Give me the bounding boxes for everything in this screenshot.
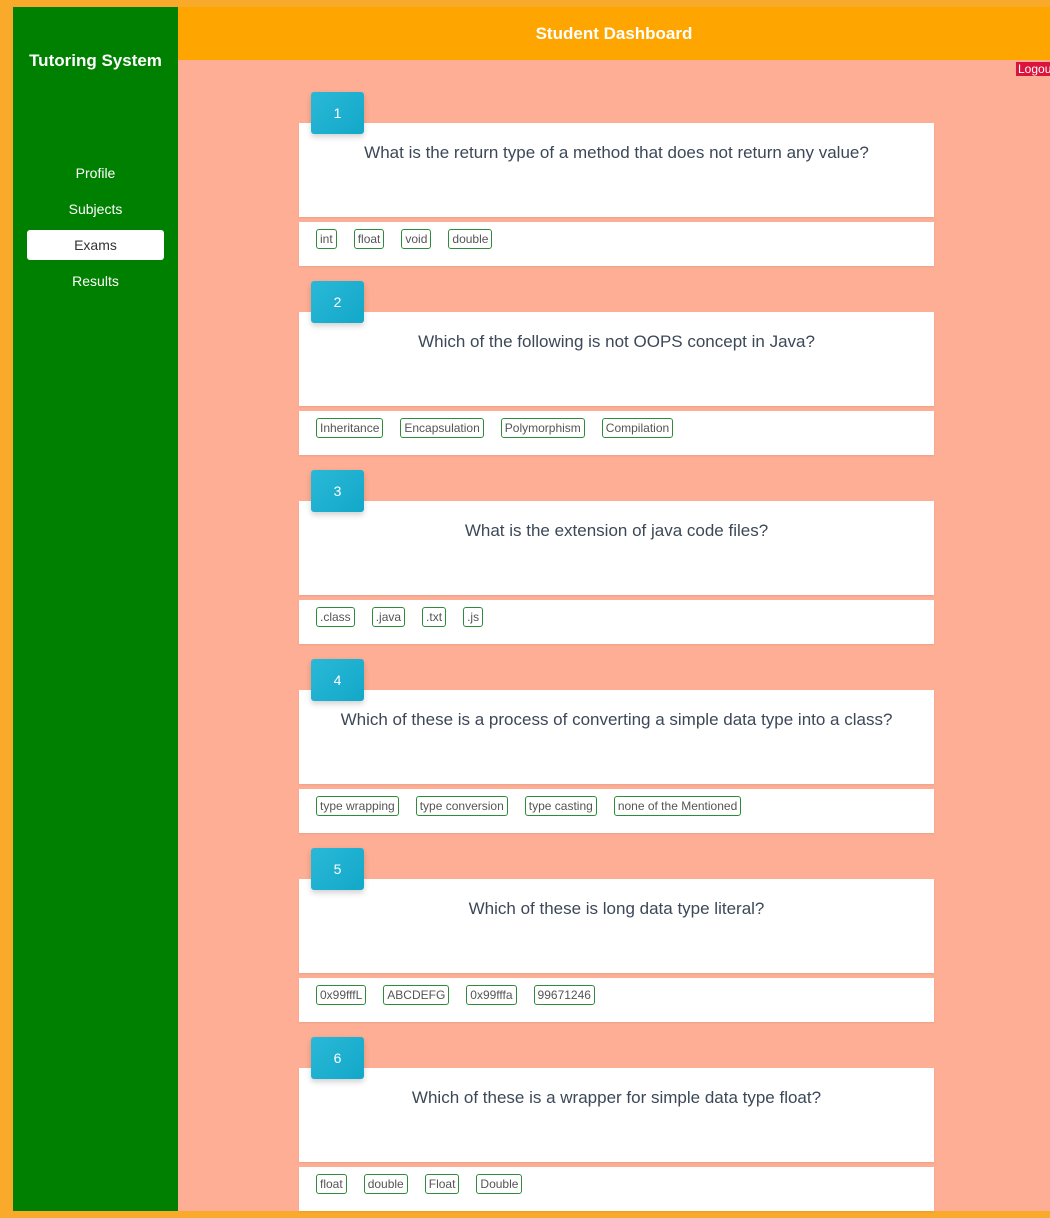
question-card: Which of these is long data type literal…	[299, 879, 934, 973]
question-block: 6 Which of these is a wrapper for simple…	[299, 1037, 934, 1218]
answer-option[interactable]: 99671246	[533, 985, 595, 1005]
question-block: 2 Which of the following is not OOPS con…	[299, 281, 934, 470]
answer-option[interactable]: int	[316, 229, 337, 249]
options-row: int float void double	[299, 222, 934, 266]
question-text: Which of these is a wrapper for simple d…	[411, 1088, 822, 1107]
answer-option[interactable]: .txt	[422, 607, 447, 627]
question-card: What is the return type of a method that…	[299, 123, 934, 217]
question-card: Which of these is a process of convertin…	[299, 690, 934, 784]
sidebar-item-profile[interactable]: Profile	[27, 158, 164, 188]
question-block: 3 What is the extension of java code fil…	[299, 470, 934, 659]
answer-option[interactable]: void	[401, 229, 432, 249]
question-number-badge: 1	[311, 92, 364, 134]
main-content: Logout 1 What is the return type of a me…	[178, 60, 1050, 1211]
answer-option[interactable]: .class	[316, 607, 355, 627]
answer-option[interactable]: Double	[476, 1174, 523, 1194]
question-text: Which of these is long data type literal…	[468, 899, 765, 918]
question-text: What is the extension of java code files…	[464, 521, 769, 540]
question-text: What is the return type of a method that…	[364, 143, 869, 162]
page-frame: Tutoring System Profile Subjects Exams R…	[0, 0, 1050, 1218]
answer-option[interactable]: Polymorphism	[500, 418, 585, 438]
question-number-badge: 3	[311, 470, 364, 512]
answer-option[interactable]: type wrapping	[316, 796, 399, 816]
answer-option[interactable]: 0x99fffL	[316, 985, 367, 1005]
answer-option[interactable]: Compilation	[601, 418, 674, 438]
sidebar-item-subjects[interactable]: Subjects	[27, 194, 164, 224]
answer-option[interactable]: double	[363, 1174, 408, 1194]
answer-option[interactable]: type conversion	[415, 796, 508, 816]
answer-option[interactable]: double	[448, 229, 493, 249]
question-number-badge: 4	[311, 659, 364, 701]
header-bar: Student Dashboard	[178, 7, 1050, 60]
question-text: Which of the following is not OOPS conce…	[418, 332, 815, 351]
page-title: Student Dashboard	[535, 24, 693, 43]
question-card: What is the extension of java code files…	[299, 501, 934, 595]
options-row: Inheritance Encapsulation Polymorphism C…	[299, 411, 934, 455]
question-number-badge: 6	[311, 1037, 364, 1079]
question-block: 5 Which of these is long data type liter…	[299, 848, 934, 1037]
answer-option[interactable]: .js	[463, 607, 484, 627]
question-text: Which of these is a process of convertin…	[340, 710, 893, 729]
question-list: 1 What is the return type of a method th…	[299, 92, 934, 1218]
answer-option[interactable]: Inheritance	[316, 418, 384, 438]
answer-option[interactable]: Float	[424, 1174, 460, 1194]
sidebar-nav: Profile Subjects Exams Results	[27, 158, 164, 302]
sidebar-item-exams[interactable]: Exams	[27, 230, 164, 260]
answer-option[interactable]: 0x99fffa	[466, 985, 517, 1005]
answer-option[interactable]: float	[353, 229, 385, 249]
options-row: float double Float Double	[299, 1167, 934, 1211]
options-row: type wrapping type conversion type casti…	[299, 789, 934, 833]
sidebar: Tutoring System Profile Subjects Exams R…	[13, 7, 178, 1211]
answer-option[interactable]: type casting	[524, 796, 597, 816]
options-row: 0x99fffL ABCDEFG 0x99fffa 99671246	[299, 978, 934, 1022]
logout-button[interactable]: Logout	[1016, 62, 1050, 76]
question-block: 4 Which of these is a process of convert…	[299, 659, 934, 848]
question-number-badge: 5	[311, 848, 364, 890]
question-block: 1 What is the return type of a method th…	[299, 92, 934, 281]
question-card: Which of the following is not OOPS conce…	[299, 312, 934, 406]
options-row: .class .java .txt .js	[299, 600, 934, 644]
question-card: Which of these is a wrapper for simple d…	[299, 1068, 934, 1162]
answer-option[interactable]: float	[316, 1174, 347, 1194]
answer-option[interactable]: Encapsulation	[400, 418, 484, 438]
sidebar-item-results[interactable]: Results	[27, 266, 164, 296]
answer-option[interactable]: ABCDEFG	[383, 985, 450, 1005]
answer-option[interactable]: .java	[371, 607, 406, 627]
question-number-badge: 2	[311, 281, 364, 323]
answer-option[interactable]: none of the Mentioned	[613, 796, 742, 816]
brand-title: Tutoring System	[29, 51, 162, 70]
